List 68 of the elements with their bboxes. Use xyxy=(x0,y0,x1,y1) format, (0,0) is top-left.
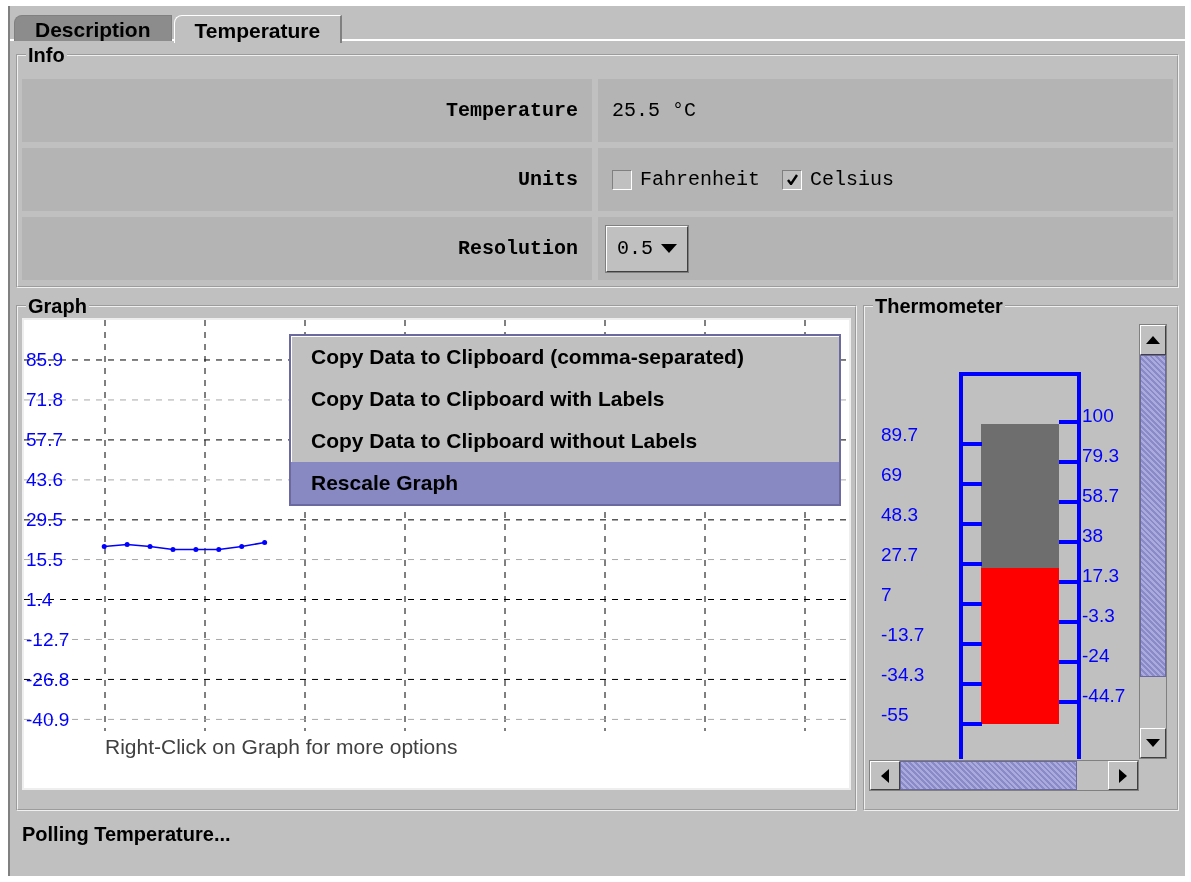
field-label: Temperature xyxy=(445,99,578,122)
menu-item[interactable]: Copy Data to Clipboard without Labels xyxy=(291,420,839,462)
scale-label: -34.3 xyxy=(881,664,925,685)
checkbox-box[interactable] xyxy=(612,169,632,190)
checkbox-box[interactable] xyxy=(782,169,803,190)
status-text: Polling Temperature... xyxy=(21,822,232,846)
left-arrow-icon xyxy=(881,768,889,783)
data-point xyxy=(239,544,245,549)
scale-label: 38 xyxy=(1082,525,1104,546)
down-arrow-icon xyxy=(1146,739,1160,747)
scale-label: -55 xyxy=(881,704,909,725)
vertical-scrollbar[interactable] xyxy=(1139,324,1167,759)
check-icon xyxy=(786,174,798,185)
resolution-dropdown[interactable]: 0.5 xyxy=(606,225,688,272)
scale-label: -3.3 xyxy=(1082,605,1115,626)
tab[interactable]: Description xyxy=(14,15,172,41)
scale-label: 27.7 xyxy=(881,544,918,565)
up-arrow-icon xyxy=(1146,336,1160,344)
axis-label: -26.8 xyxy=(26,668,70,690)
menu-item[interactable]: Copy Data to Clipboard with Labels xyxy=(291,378,839,420)
graph-hint: Right-Click on Graph for more options xyxy=(104,735,459,759)
scroll-right-button[interactable] xyxy=(1108,761,1138,790)
scroll-down-button[interactable] xyxy=(1140,728,1166,758)
axis-label: 1.4 xyxy=(26,589,53,610)
axis-label: 85.9 xyxy=(26,349,63,371)
group-title: Info xyxy=(27,45,66,65)
scale-label: -44.7 xyxy=(1082,685,1126,706)
scale-label: 69 xyxy=(881,464,903,485)
scale-label: 7 xyxy=(881,584,892,605)
axis-label: 15.5 xyxy=(26,549,63,571)
temperature-value: 25.5 °C xyxy=(612,99,696,122)
axis-label: -40.9 xyxy=(26,708,70,730)
data-point xyxy=(193,547,199,553)
field-label: Units xyxy=(518,168,578,191)
data-point xyxy=(262,540,268,546)
menu-item[interactable]: Rescale Graph xyxy=(291,462,839,504)
scale-label: 48.3 xyxy=(881,504,918,525)
horizontal-scrollbar[interactable] xyxy=(869,760,1139,791)
data-point xyxy=(216,547,222,553)
data-point xyxy=(101,544,107,549)
scale-label: 100 xyxy=(1082,405,1114,426)
checkbox[interactable]: Fahrenheit xyxy=(612,168,761,191)
scale-label: 17.3 xyxy=(1082,565,1119,586)
scroll-thumb[interactable] xyxy=(1140,355,1166,677)
scroll-left-button[interactable] xyxy=(870,761,900,790)
caret-icon xyxy=(661,244,677,253)
field-label: Resolution xyxy=(457,237,578,260)
scale-label: 89.7 xyxy=(881,424,918,445)
scale-label: 58.7 xyxy=(1082,485,1119,506)
axis-label: 57.7 xyxy=(26,429,63,451)
scroll-thumb[interactable] xyxy=(900,761,1077,790)
scale-label: -24 xyxy=(1082,645,1110,666)
right-arrow-icon xyxy=(1119,768,1127,783)
group-title: Thermometer xyxy=(874,296,1004,316)
axis-label: 29.5 xyxy=(26,509,63,531)
data-point xyxy=(170,547,176,553)
group-title: Graph xyxy=(27,296,88,316)
axis-label: 71.8 xyxy=(26,389,63,411)
menu-item[interactable]: Copy Data to Clipboard (comma-separated) xyxy=(291,336,839,378)
data-point xyxy=(124,542,130,547)
checkbox[interactable]: Celsius xyxy=(782,168,895,191)
scroll-up-button[interactable] xyxy=(1140,325,1166,355)
data-point xyxy=(147,544,153,549)
scale-label: 79.3 xyxy=(1082,445,1119,466)
tab[interactable]: Temperature xyxy=(173,15,343,43)
axis-label: 43.6 xyxy=(26,469,63,491)
scale-label: -13.7 xyxy=(881,624,925,645)
axis-label: -12.7 xyxy=(26,629,70,650)
